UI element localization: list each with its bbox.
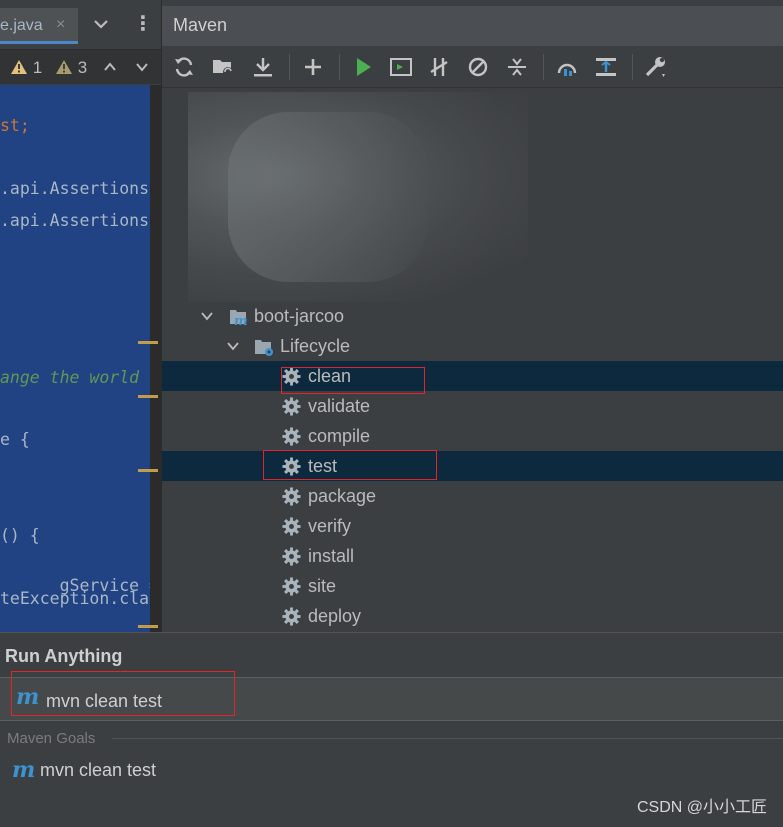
collapse-all-icon[interactable] <box>505 55 529 79</box>
scroll-marker <box>138 469 158 472</box>
phase-label: deploy <box>308 606 362 626</box>
inspection-bar: 1 3 <box>0 50 161 84</box>
code-line: .api.Assertions <box>0 179 150 198</box>
code-editor[interactable]: st; .api.Assertions .api.Assertions ange… <box>0 85 150 632</box>
gear-icon <box>282 577 301 596</box>
run-icon[interactable] <box>351 55 375 79</box>
download-icon[interactable] <box>251 55 275 79</box>
phase-label: install <box>308 546 355 566</box>
tree-item-lifecycle[interactable]: Lifecycle <box>162 331 783 361</box>
tree-item-phase-compile[interactable]: compile <box>162 421 783 451</box>
run-anything-title: Run Anything <box>5 646 123 666</box>
code-line: () { <box>0 526 40 545</box>
toolbar-separator <box>632 54 633 80</box>
editor-tab-bar: e.java × ⋮ <box>0 0 161 50</box>
gear-icon <box>282 397 301 416</box>
editor-pane: e.java × ⋮ 1 3 st; .api.Assertions .api.… <box>0 0 161 632</box>
tree-item-phase-deploy[interactable]: deploy <box>162 601 783 631</box>
weak-warning-icon <box>56 60 72 74</box>
close-icon[interactable]: × <box>56 16 65 34</box>
toggle-offline-icon[interactable] <box>427 55 451 79</box>
phase-label: package <box>308 486 377 506</box>
gear-icon <box>282 517 301 536</box>
warning-indicator[interactable]: 1 <box>10 58 42 78</box>
project-label: boot-jarcoo <box>254 306 345 326</box>
maven-toolbar <box>162 46 783 88</box>
weak-warning-count: 3 <box>77 58 88 77</box>
show-diagram-icon[interactable] <box>594 55 618 79</box>
tree-item-phase-validate[interactable]: validate <box>162 391 783 421</box>
section-header-maven-goals: Maven Goals <box>7 730 96 747</box>
toolbar-separator <box>339 54 340 80</box>
add-icon[interactable] <box>301 55 325 79</box>
scroll-marker <box>138 395 158 398</box>
scroll-marker <box>138 625 158 628</box>
lifecycle-folder-icon <box>255 340 273 356</box>
code-line: .api.Assertions <box>0 211 150 230</box>
maven-title: Maven <box>173 15 228 35</box>
maven-goal-result[interactable]: m mvn clean test <box>0 753 783 785</box>
warning-icon <box>11 60 27 74</box>
phase-label: site <box>308 576 337 596</box>
execute-goal-icon[interactable] <box>389 55 413 79</box>
scroll-marker <box>138 341 158 344</box>
gear-icon <box>282 607 301 626</box>
tree-item-phase-verify[interactable]: verify <box>162 511 783 541</box>
code-line: teException.cla <box>0 589 150 608</box>
gear-icon <box>282 427 301 446</box>
watermark: CSDN @小小工匠 <box>636 799 767 816</box>
chevron-down-icon[interactable] <box>91 14 111 34</box>
annotation-box-test <box>263 450 437 480</box>
maven-module-icon: m <box>230 310 248 327</box>
maven-goal-result-text: mvn clean test <box>40 760 157 780</box>
tree-item-phase-test[interactable]: test <box>162 451 783 481</box>
editor-scrollbar[interactable] <box>138 85 161 632</box>
run-anything-popup: Run Anything m mvn clean test Maven Goal… <box>0 632 783 827</box>
weak-warning-indicator[interactable]: 3 <box>55 58 87 78</box>
editor-tab-label: e.java <box>0 17 43 34</box>
editor-tab[interactable]: e.java × <box>0 8 78 44</box>
svg-text:m: m <box>234 314 248 327</box>
chevron-down-icon[interactable] <box>134 60 150 74</box>
code-comment: ange the world <box>0 368 140 387</box>
chevron-down-icon[interactable] <box>200 309 214 323</box>
maven-m-icon: m <box>12 757 36 783</box>
tree-item-phase-site[interactable]: site <box>162 571 783 601</box>
tree-item-phase-package[interactable]: package <box>162 481 783 511</box>
analyze-dependencies-icon[interactable] <box>555 55 579 79</box>
lifecycle-label: Lifecycle <box>280 336 351 356</box>
tree-item-phase-clean[interactable]: clean <box>162 361 783 391</box>
phase-label: compile <box>308 426 371 446</box>
gear-icon <box>282 547 301 566</box>
annotation-box-command <box>11 671 235 716</box>
annotation-box-clean <box>281 367 425 394</box>
chevron-up-icon[interactable] <box>102 60 118 74</box>
blurred-region <box>188 92 528 302</box>
chevron-down-icon[interactable] <box>226 339 240 353</box>
folder-reload-icon[interactable] <box>211 55 235 79</box>
tree-item-phase-install[interactable]: install <box>162 541 783 571</box>
warning-count: 1 <box>32 58 43 77</box>
gear-icon <box>282 487 301 506</box>
phase-label: validate <box>308 396 371 416</box>
toolbar-separator <box>289 54 290 80</box>
more-options-icon[interactable]: ⋮ <box>133 14 153 36</box>
code-line: st; <box>0 116 30 135</box>
tree-item-project[interactable]: m boot-jarcoo <box>162 301 783 331</box>
section-divider <box>112 738 783 739</box>
toolbar-separator <box>543 54 544 80</box>
maven-header: Maven <box>162 6 783 46</box>
code-line: e { <box>0 430 30 449</box>
reload-icon[interactable] <box>172 55 196 79</box>
wrench-icon[interactable] <box>644 55 668 79</box>
maven-tool-window: Maven m boot-jarcoo Lifecycle clean vali… <box>161 0 783 632</box>
skip-tests-icon[interactable] <box>466 55 490 79</box>
phase-label: verify <box>308 516 352 536</box>
